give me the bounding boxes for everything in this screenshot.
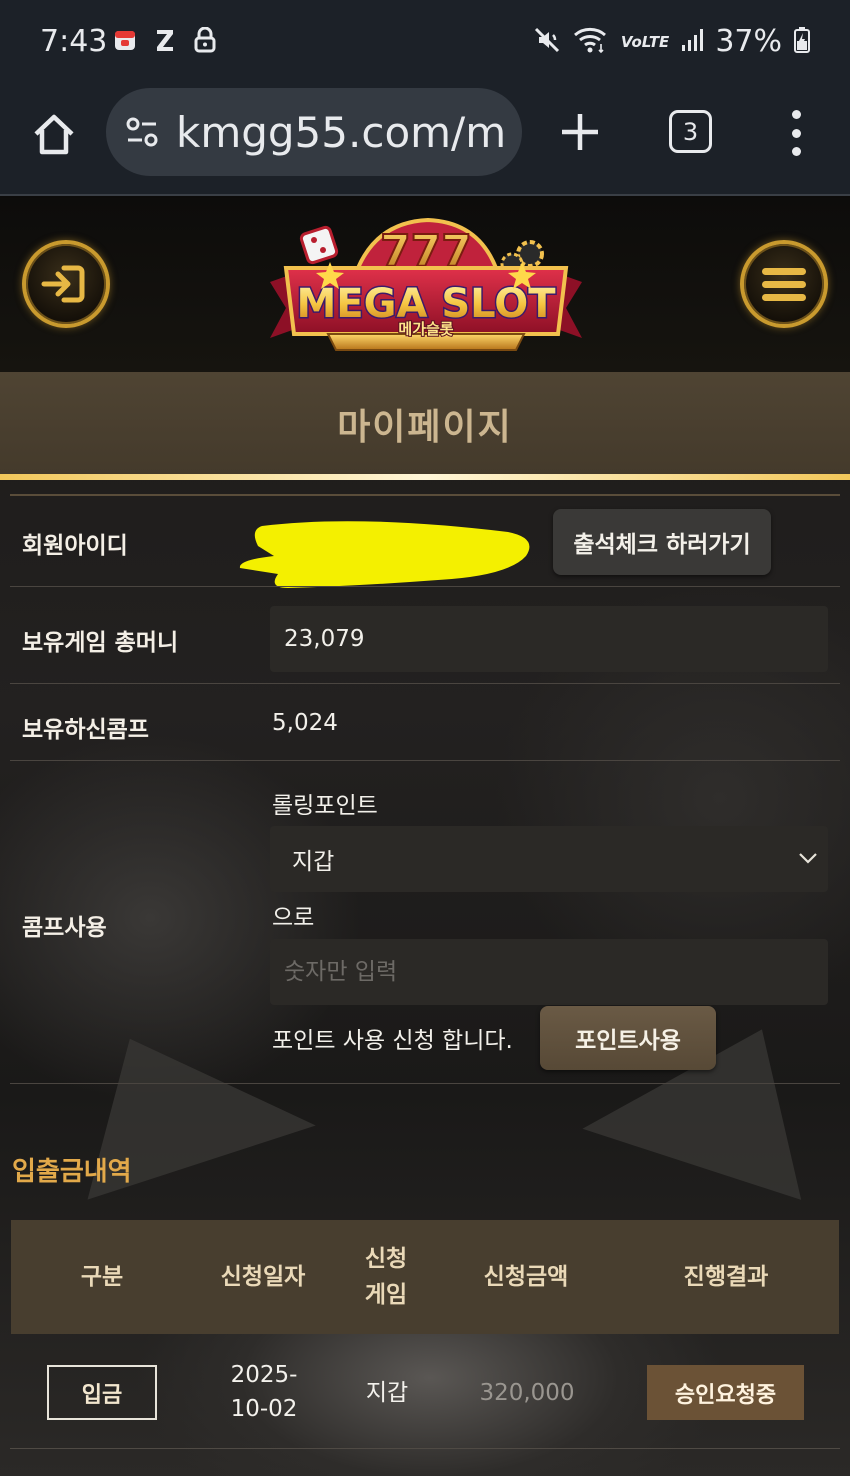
page-title-bar: 마이페이지 — [0, 372, 850, 476]
status-bar: 7:43 VoLTE 37% — [0, 0, 850, 86]
request-game: 지갑 — [365, 1379, 409, 1406]
lock-icon — [192, 26, 218, 54]
notification-icons — [112, 26, 218, 54]
battery-icon — [794, 26, 810, 58]
request-amount: 320,000 — [479, 1379, 575, 1406]
request-date: 2025- 10-02 — [230, 1362, 298, 1422]
column-header: 구분 — [80, 1264, 124, 1290]
svg-text:메가슬롯: 메가슬롯 — [398, 320, 453, 338]
url-text: kmgg55.com/m — [176, 108, 507, 157]
attendance-check-button[interactable]: 출석체크 하러가기 — [553, 509, 771, 575]
address-bar[interactable]: kmgg55.com/m — [106, 88, 522, 176]
new-tab-icon[interactable] — [560, 110, 600, 154]
menu-button[interactable] — [740, 240, 828, 328]
row-divider — [10, 760, 840, 761]
rolling-point-label: 롤링포인트 — [272, 793, 378, 819]
target-wallet-select[interactable]: 지갑 — [270, 826, 828, 892]
column-header: 신청금액 — [483, 1264, 569, 1290]
page-content: 777 MEGA SLOT 메가슬롯 마이페이지 회원아이디 출석체크 하러가기… — [0, 198, 850, 1476]
column-header: 신청일자 — [220, 1264, 306, 1290]
wifi-icon — [573, 26, 609, 58]
site-settings-icon[interactable] — [124, 116, 160, 148]
status-badge: 승인요청중 — [647, 1365, 804, 1420]
use-points-button[interactable]: 포인트사용 — [540, 1006, 716, 1070]
clock: 7:43 — [40, 24, 108, 59]
comp-use-label: 콤프사용 — [22, 915, 107, 941]
row-divider — [10, 586, 840, 587]
row-divider — [10, 1448, 840, 1449]
battery-percent: 37% — [715, 24, 782, 59]
volte-label: VoLTE — [620, 32, 670, 51]
game-money-label: 보유게임 총머니 — [22, 630, 179, 656]
browser-toolbar: kmgg55.com/m 3 — [0, 86, 850, 196]
comp-value: 5,024 — [272, 710, 338, 736]
mute-icon — [533, 26, 561, 58]
login-button[interactable] — [22, 240, 110, 328]
history-table-header: 구분 신청일자 신청 게임 신청금액 진행결과 — [11, 1220, 839, 1334]
apply-text: 포인트 사용 신청 합니다. — [272, 1028, 513, 1054]
column-header: 진행결과 — [683, 1264, 769, 1290]
tab-switcher-button[interactable]: 3 — [669, 110, 712, 153]
history-section-title: 입출금내역 — [12, 1157, 132, 1187]
home-icon[interactable] — [30, 110, 78, 158]
game-money-field: 23,079 — [270, 606, 828, 672]
z-app-icon — [152, 26, 178, 54]
hamburger-icon — [762, 268, 806, 301]
calendar-icon — [112, 26, 138, 54]
more-menu-icon[interactable] — [786, 110, 806, 156]
type-badge: 입금 — [47, 1365, 157, 1420]
content-divider — [10, 494, 840, 496]
point-amount-input[interactable] — [270, 939, 828, 1005]
comp-label: 보유하신콤프 — [22, 717, 149, 743]
login-icon — [41, 265, 85, 303]
member-id-label: 회원아이디 — [22, 533, 128, 559]
title-divider — [0, 474, 850, 480]
target-wallet-value: 지갑 — [292, 849, 335, 875]
row-divider — [10, 1083, 840, 1084]
mega-slot-logo[interactable]: 777 MEGA SLOT 메가슬롯 — [268, 210, 584, 360]
row-divider — [10, 683, 840, 684]
system-status: VoLTE 37% — [533, 24, 810, 59]
site-header: 777 MEGA SLOT 메가슬롯 — [0, 198, 850, 372]
signal-icon — [681, 27, 704, 57]
column-header: 신청 게임 — [364, 1246, 408, 1308]
to-text: 으로 — [272, 905, 315, 931]
redacted-member-id — [239, 521, 530, 588]
page-title: 마이페이지 — [337, 407, 513, 448]
chevron-down-icon — [799, 853, 817, 864]
